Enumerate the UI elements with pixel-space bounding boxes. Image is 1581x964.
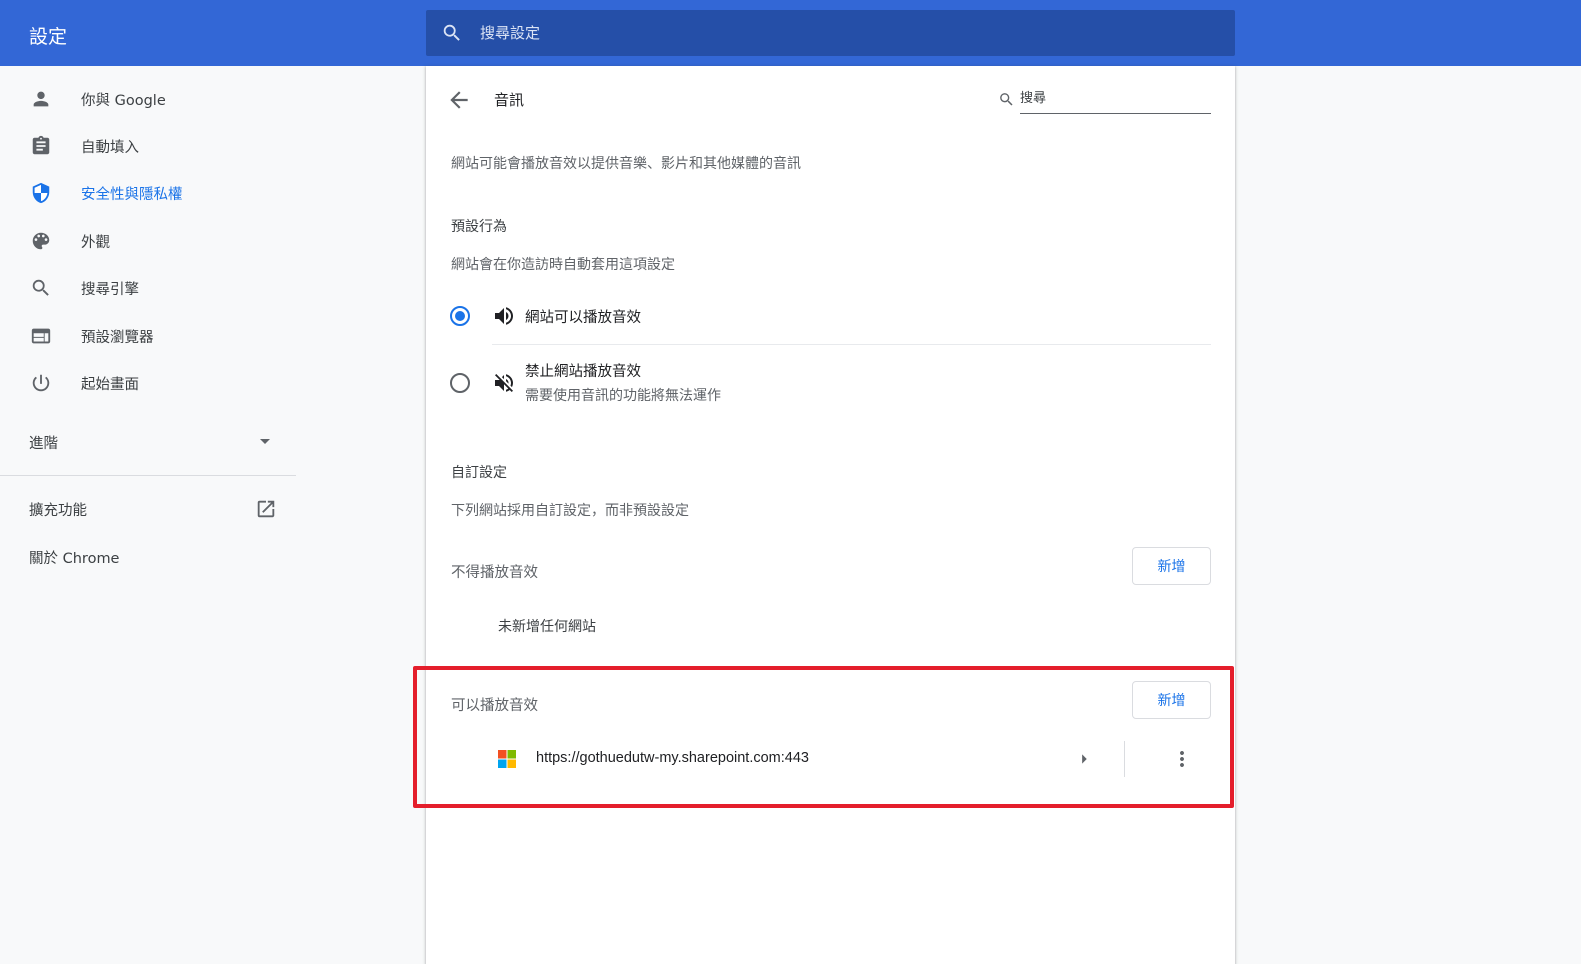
settings-search-box[interactable] <box>426 10 1235 56</box>
radio-sublabel: 需要使用音訊的功能將無法運作 <box>525 388 721 404</box>
arrow-right-icon[interactable] <box>1073 748 1095 770</box>
sidebar-item-label: 起始畫面 <box>81 377 139 393</box>
sidebar-item-label: 自動填入 <box>81 140 139 156</box>
search-icon <box>32 279 49 296</box>
list-item[interactable]: https://gothuedutw-my.sharepoint.com:443 <box>426 736 1235 782</box>
custom-settings-heading: 自訂設定 <box>451 465 507 481</box>
default-behavior-subtext: 網站會在你造訪時自動套用這項設定 <box>451 257 675 273</box>
sidebar-item-label: 搜尋引擎 <box>81 282 139 298</box>
sidebar-advanced-toggle[interactable]: 進階 <box>0 420 296 464</box>
sound-description: 網站可能會播放音效以提供音樂、影片和其他媒體的音訊 <box>451 156 801 172</box>
radio-label: 禁止網站播放音效 <box>525 364 641 380</box>
radio-label: 網站可以播放音效 <box>525 310 641 326</box>
sidebar-divider <box>0 475 296 476</box>
radio-button-checked[interactable] <box>450 306 470 326</box>
radio-button-unchecked[interactable] <box>450 373 470 393</box>
settings-search-input[interactable] <box>480 10 1220 56</box>
clipboard-icon <box>32 135 50 155</box>
sidebar-item-label: 外觀 <box>81 235 110 251</box>
browser-window-icon <box>31 328 51 344</box>
microsoft-logo-icon <box>498 750 516 768</box>
back-arrow-icon[interactable] <box>446 87 472 113</box>
sidebar-item-appearance[interactable]: 外觀 <box>0 219 296 263</box>
volume-off-icon <box>495 374 513 392</box>
add-allowed-site-button[interactable]: 新增 <box>1132 681 1211 719</box>
allowed-sites-label: 可以播放音效 <box>451 698 538 714</box>
subpage-search-input[interactable] <box>1020 84 1211 114</box>
advanced-label: 進階 <box>29 436 58 452</box>
top-bar: 設定 <box>0 0 1581 66</box>
person-icon <box>33 91 49 107</box>
sidebar-item-label: 擴充功能 <box>29 503 87 519</box>
sidebar: 你與 Google 自動填入 安全性與隱私權 外觀 搜尋引擎 預設瀏覽器 起始畫… <box>0 66 296 964</box>
volume-up-icon <box>495 307 513 325</box>
sidebar-item-label: 你與 Google <box>81 93 166 109</box>
blocked-sites-label: 不得播放音效 <box>451 565 538 581</box>
palette-icon <box>32 232 50 250</box>
app-title: 設定 <box>29 27 68 48</box>
sidebar-item-about-chrome[interactable]: 關於 Chrome <box>0 537 296 577</box>
sidebar-item-autofill[interactable]: 自動填入 <box>0 124 296 168</box>
open-in-new-icon <box>257 500 275 518</box>
site-url[interactable]: https://gothuedutw-my.sharepoint.com:443 <box>536 750 809 766</box>
sidebar-item-label: 安全性與隱私權 <box>81 187 183 203</box>
sidebar-item-privacy-security[interactable]: 安全性與隱私權 <box>0 171 296 215</box>
sound-settings-card: 音訊 網站可能會播放音效以提供音樂、影片和其他媒體的音訊 預設行為 網站會在你造… <box>426 66 1235 964</box>
more-vert-icon[interactable] <box>1170 747 1194 771</box>
sidebar-item-default-browser[interactable]: 預設瀏覽器 <box>0 314 296 358</box>
sidebar-item-extensions[interactable]: 擴充功能 <box>0 489 296 529</box>
page-title: 音訊 <box>494 91 525 109</box>
radio-divider <box>492 344 1211 345</box>
search-icon <box>443 24 460 41</box>
sidebar-item-you-and-google[interactable]: 你與 Google <box>0 77 296 121</box>
sidebar-item-search-engine[interactable]: 搜尋引擎 <box>0 266 296 310</box>
shield-icon <box>32 182 50 204</box>
power-icon <box>32 374 50 392</box>
sidebar-item-label: 關於 Chrome <box>29 551 120 567</box>
radio-block-sound[interactable]: 禁止網站播放音效 需要使用音訊的功能將無法運作 <box>426 352 1235 412</box>
custom-settings-subtext: 下列網站採用自訂設定，而非預設設定 <box>451 503 689 519</box>
add-blocked-site-button[interactable]: 新增 <box>1132 547 1211 585</box>
caret-down-icon <box>260 439 270 444</box>
search-icon <box>1000 93 1013 106</box>
sidebar-item-label: 預設瀏覽器 <box>81 330 154 346</box>
radio-allow-sound[interactable]: 網站可以播放音效 <box>426 291 1235 341</box>
default-behavior-heading: 預設行為 <box>451 219 507 235</box>
blocked-empty-text: 未新增任何網站 <box>498 619 596 635</box>
subpage-search[interactable] <box>998 84 1211 115</box>
sidebar-item-on-startup[interactable]: 起始畫面 <box>0 361 296 405</box>
row-divider <box>1124 741 1125 777</box>
